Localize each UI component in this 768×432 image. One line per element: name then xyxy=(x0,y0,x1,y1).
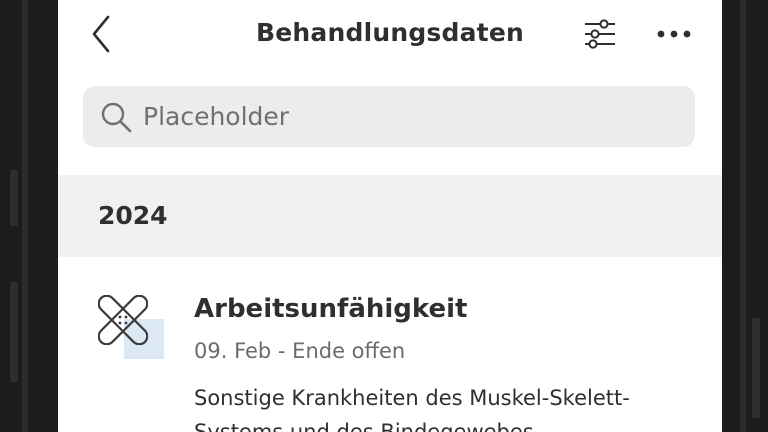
more-button[interactable] xyxy=(654,14,694,54)
section-year: 2024 xyxy=(98,201,168,230)
phone-frame: Behandlungsdaten Placeholder 2024 Arbeit… xyxy=(0,0,768,432)
list-item[interactable]: Arbeitsunfähigkeit 09. Feb - Ende offen … xyxy=(58,257,722,432)
sliders-icon xyxy=(585,19,615,49)
section-header: 2024 xyxy=(58,175,722,257)
page-title: Behandlungsdaten xyxy=(256,18,524,47)
app-screen: Behandlungsdaten Placeholder 2024 Arbeit… xyxy=(58,0,722,432)
filter-button[interactable] xyxy=(580,14,620,54)
bandage-icon xyxy=(98,295,168,361)
side-button-volume-up xyxy=(10,170,18,226)
item-description: Sonstige Krankheiten des Muskel-Skelett-… xyxy=(194,386,630,432)
frame-edge-left xyxy=(22,0,28,432)
app-header: Behandlungsdaten xyxy=(58,0,722,70)
side-button-volume-down xyxy=(10,282,18,382)
side-button-power xyxy=(752,318,760,418)
search-bar[interactable] xyxy=(83,86,695,147)
search-input[interactable] xyxy=(143,94,673,138)
frame-edge-right xyxy=(740,0,746,432)
item-date: 09. Feb - Ende offen xyxy=(194,339,406,363)
more-horizontal-icon xyxy=(657,30,691,38)
item-title: Arbeitsunfähigkeit xyxy=(194,294,468,324)
search-icon xyxy=(101,102,132,133)
